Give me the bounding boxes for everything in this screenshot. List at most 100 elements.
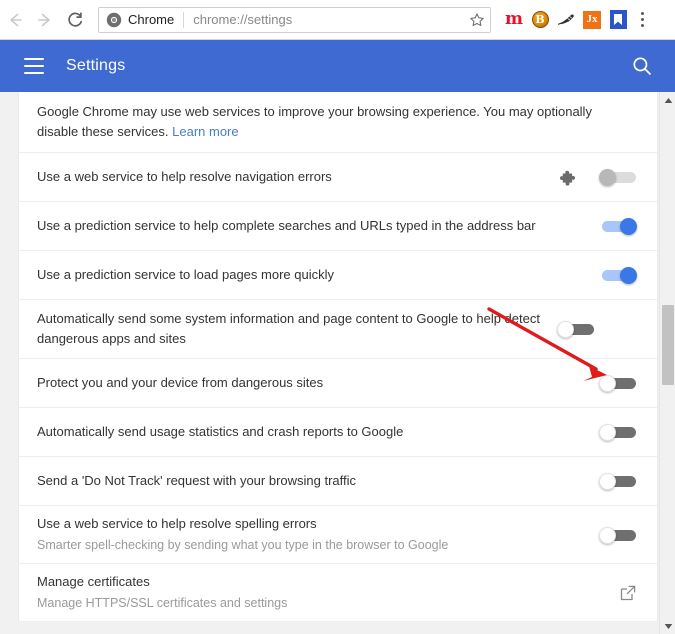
toggle-knob	[599, 169, 616, 187]
setting-row-do-not-track[interactable]: Send a 'Do Not Track' request with your …	[19, 457, 657, 507]
sneaker-icon	[558, 14, 574, 25]
setting-row-manage-certificates[interactable]: Manage certificates Manage HTTPS/SSL cer…	[19, 564, 657, 623]
setting-row-protect-device[interactable]: Protect you and your device from dangero…	[19, 359, 657, 409]
extension-icons: m B Jx	[491, 6, 631, 34]
setting-row-spelling-errors[interactable]: Use a web service to help resolve spelli…	[19, 506, 657, 565]
three-dot-menu-icon	[640, 12, 644, 15]
row-text: Use a web service to help resolve spelli…	[37, 514, 599, 555]
address-bar[interactable]: Chrome chrome://settings	[98, 6, 491, 33]
row-text: Automatically send some system informati…	[37, 309, 557, 349]
row-controls	[599, 526, 637, 544]
learn-more-link[interactable]: Learn more	[172, 124, 238, 139]
scrollbar-down-button[interactable]	[660, 618, 675, 634]
row-text: Use a prediction service to help complet…	[37, 216, 599, 236]
row-text: Automatically send usage statistics and …	[37, 422, 599, 442]
page-title: Settings	[66, 57, 126, 74]
toggle-knob	[599, 473, 616, 491]
setting-label: Manage certificates	[37, 574, 150, 590]
intro-text: Google Chrome may use web services to im…	[37, 104, 592, 140]
extension-bookmark-button[interactable]	[605, 6, 631, 34]
setting-row-prediction-search[interactable]: Use a prediction service to help complet…	[19, 202, 657, 252]
row-controls	[599, 473, 637, 491]
row-controls	[599, 375, 637, 393]
row-text: Manage certificates Manage HTTPS/SSL cer…	[37, 572, 619, 613]
setting-label: Use a web service to help resolve naviga…	[37, 169, 332, 185]
setting-label: Send a 'Do Not Track' request with your …	[37, 473, 357, 489]
back-button[interactable]	[0, 5, 30, 35]
setting-label: Use a prediction service to help complet…	[37, 218, 536, 234]
row-controls	[599, 218, 637, 236]
search-icon[interactable]	[631, 55, 653, 77]
hamburger-line-3	[24, 72, 44, 74]
setting-row-send-system-info[interactable]: Automatically send some system informati…	[19, 300, 657, 360]
extension-m-icon: m	[505, 9, 523, 29]
toggle-knob	[557, 321, 574, 339]
toggle-send-system-info[interactable]	[557, 321, 595, 339]
toggle-prediction-preload[interactable]	[599, 267, 637, 285]
toggle-do-not-track[interactable]	[599, 473, 637, 491]
puzzle-piece-icon	[559, 170, 576, 186]
row-controls	[599, 424, 637, 442]
setting-sublabel: Manage HTTPS/SSL certificates and settin…	[37, 596, 288, 611]
three-dot-menu-icon-dot2	[640, 18, 644, 21]
toggle-protect-device[interactable]	[599, 375, 637, 393]
forward-button[interactable]	[30, 5, 60, 35]
reload-button[interactable]	[60, 5, 90, 35]
toggle-navigation-errors[interactable]	[599, 169, 637, 187]
toggle-knob	[599, 424, 616, 442]
extension-m-button[interactable]: m	[501, 6, 527, 34]
external-link-icon[interactable]	[619, 584, 637, 602]
setting-label: Use a prediction service to load pages m…	[37, 267, 334, 283]
bitcoin-coin-icon: B	[531, 11, 549, 28]
extension-jx-button[interactable]: Jx	[579, 6, 605, 34]
toggle-knob	[620, 267, 637, 285]
browser-window: Chrome chrome://settings m B Jx Settings…	[0, 0, 675, 634]
setting-label: Protect you and your device from dangero…	[37, 375, 324, 391]
hamburger-line-1	[24, 58, 44, 60]
setting-sublabel: Smarter spell-checking by sending what y…	[37, 538, 449, 553]
toggle-knob	[599, 375, 616, 393]
forward-arrow-icon	[38, 13, 50, 26]
toggle-usage-stats[interactable]	[599, 424, 637, 442]
setting-row-navigation-errors[interactable]: Use a web service to help resolve naviga…	[19, 153, 657, 203]
scrollbar-up-button[interactable]	[660, 92, 675, 108]
reload-icon	[68, 11, 83, 27]
extension-bitcoin-button[interactable]: B	[527, 6, 553, 34]
row-controls	[557, 321, 595, 339]
jx-icon: Jx	[583, 10, 601, 29]
omnibox-site-chip: Chrome	[128, 12, 175, 27]
setting-label: Use a web service to help resolve spelli…	[37, 516, 317, 532]
row-controls	[599, 267, 637, 285]
intro-text-wrap: Google Chrome may use web services to im…	[37, 102, 637, 142]
browser-toolbar: Chrome chrome://settings m B Jx	[0, 0, 675, 40]
row-text: Use a web service to help resolve naviga…	[37, 167, 557, 187]
row-text: Protect you and your device from dangero…	[37, 373, 599, 393]
scrollbar-thumb[interactable]	[662, 305, 674, 385]
back-arrow-icon	[10, 13, 22, 26]
bookmark-star-icon[interactable]	[468, 11, 486, 29]
setting-label: Automatically send usage statistics and …	[37, 424, 404, 440]
bookmark-ribbon-icon	[614, 14, 622, 25]
toggle-spelling-errors[interactable]	[599, 526, 637, 544]
hamburger-line-2	[24, 65, 44, 67]
intro-row: Google Chrome may use web services to im…	[19, 92, 657, 154]
hamburger-menu-icon[interactable]	[24, 58, 44, 74]
settings-header-bar: Settings	[0, 40, 675, 92]
toggle-knob	[620, 218, 637, 236]
row-text: Use a prediction service to load pages m…	[37, 265, 599, 285]
setting-row-prediction-preload[interactable]: Use a prediction service to load pages m…	[19, 251, 657, 301]
extension-sneaker-button[interactable]	[553, 6, 579, 34]
row-text: Send a 'Do Not Track' request with your …	[37, 471, 599, 491]
vertical-scrollbar[interactable]	[659, 92, 675, 634]
browser-menu-button[interactable]	[631, 6, 653, 34]
scroll-up-arrow-icon	[664, 97, 672, 103]
scroll-down-arrow-icon	[664, 623, 672, 629]
setting-row-usage-stats[interactable]: Automatically send usage statistics and …	[19, 408, 657, 458]
settings-content: Google Chrome may use web services to im…	[0, 92, 675, 634]
three-dot-menu-icon-dot3	[640, 24, 644, 27]
omnibox-url-text[interactable]: chrome://settings	[184, 12, 464, 27]
setting-label: Automatically send some system informati…	[37, 311, 540, 347]
toggle-knob	[599, 526, 616, 544]
toggle-prediction-search[interactable]	[599, 218, 637, 236]
row-controls	[557, 167, 637, 187]
